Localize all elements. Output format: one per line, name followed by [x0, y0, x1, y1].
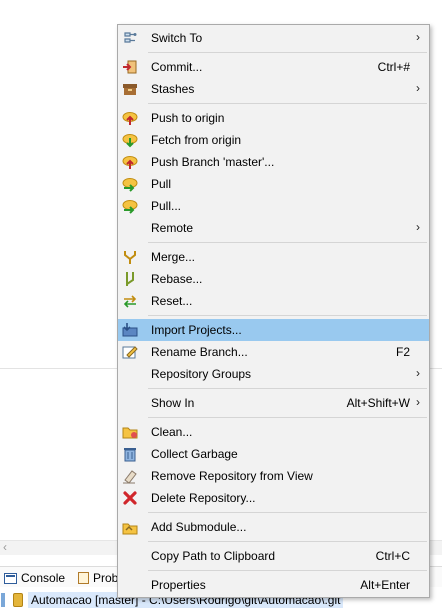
menu-item-show-in[interactable]: Show In Alt+Shift+W › [118, 392, 429, 414]
merge-icon [124, 251, 136, 264]
menu-item-stashes[interactable]: Stashes › [118, 78, 429, 100]
submenu-arrow-icon: › [416, 220, 420, 234]
tab-console[interactable]: Console [4, 569, 65, 587]
push-icon [122, 112, 138, 125]
menu-item-remove-repository[interactable]: Remove Repository from View [118, 465, 429, 487]
menu-item-label: Push to origin [151, 111, 225, 125]
add-submodule-icon [122, 523, 138, 535]
menu-item-add-submodule[interactable]: Add Submodule... [118, 516, 429, 538]
scroll-left-icon[interactable]: ‹ [3, 540, 7, 554]
menu-item-reset[interactable]: Reset... [118, 290, 429, 312]
menu-item-commit[interactable]: Commit... Ctrl+# [118, 56, 429, 78]
menu-item-label: Switch To [151, 31, 203, 45]
menu-separator [148, 315, 427, 316]
menu-item-label: Import Projects... [151, 323, 242, 337]
menu-item-properties[interactable]: Properties Alt+Enter [118, 574, 429, 596]
menu-item-label: Rename Branch... [151, 345, 248, 359]
repository-context-menu: Switch To › Commit... Ctrl+# Stashes › P… [117, 24, 430, 598]
menu-item-shortcut: Ctrl+C [375, 549, 410, 563]
menu-item-shortcut: Ctrl+# [377, 60, 410, 74]
menu-separator [148, 417, 427, 418]
submenu-arrow-icon: › [416, 30, 420, 44]
stash-icon [123, 84, 137, 95]
menu-item-label: Delete Repository... [151, 491, 256, 505]
menu-item-label: Rebase... [151, 272, 203, 286]
menu-item-label: Repository Groups [151, 367, 252, 381]
submenu-arrow-icon: › [416, 81, 420, 95]
menu-item-label: Fetch from origin [151, 133, 242, 147]
menu-item-label: Add Submodule... [151, 520, 247, 534]
menu-item-shortcut: Alt+Shift+W [346, 396, 410, 410]
tab-problems[interactable]: Prob [78, 569, 118, 587]
menu-item-label: Push Branch 'master'... [151, 155, 275, 169]
menu-item-label: Merge... [151, 250, 196, 264]
menu-item-label: Clean... [151, 425, 193, 439]
menu-item-shortcut: Alt+Enter [360, 578, 410, 592]
commit-icon [123, 60, 137, 74]
import-projects-icon [122, 323, 138, 337]
menu-separator [148, 541, 427, 542]
menu-item-switch-to[interactable]: Switch To › [118, 27, 429, 49]
submenu-arrow-icon: › [416, 366, 420, 380]
pull-icon [122, 178, 138, 192]
menu-item-repository-groups[interactable]: Repository Groups › [118, 363, 429, 385]
submenu-arrow-icon: › [416, 395, 420, 409]
tab-problems-label: Prob [93, 571, 119, 585]
fetch-icon [122, 134, 138, 148]
menu-item-label: Remove Repository from View [151, 469, 313, 483]
push-branch-icon [122, 156, 138, 169]
menu-item-label: Properties [151, 578, 206, 592]
menu-separator [148, 52, 427, 53]
menu-item-label: Pull... [151, 199, 182, 213]
reset-icon [123, 295, 137, 308]
menu-item-import-projects[interactable]: Import Projects... [118, 319, 429, 341]
menu-item-label: Show In [151, 396, 195, 410]
eraser-icon [123, 470, 137, 484]
menu-item-rename-branch[interactable]: Rename Branch... F2 [118, 341, 429, 363]
console-icon [4, 572, 17, 584]
menu-item-delete-repository[interactable]: Delete Repository... [118, 487, 429, 509]
menu-item-pull[interactable]: Pull [118, 173, 429, 195]
tab-console-label: Console [21, 571, 66, 585]
menu-item-label: Stashes [151, 82, 195, 96]
menu-item-label: Copy Path to Clipboard [151, 549, 276, 563]
trash-icon [124, 448, 136, 462]
menu-item-pull-dialog[interactable]: Pull... [118, 195, 429, 217]
menu-item-fetch-from-origin[interactable]: Fetch from origin [118, 129, 429, 151]
menu-item-merge[interactable]: Merge... [118, 246, 429, 268]
delete-icon [123, 491, 137, 505]
menu-item-label: Commit... [151, 60, 203, 74]
menu-item-shortcut: F2 [395, 345, 410, 359]
menu-item-label: Reset... [151, 294, 193, 308]
menu-separator [148, 388, 427, 389]
selection-indicator [1, 593, 5, 607]
menu-item-push-branch[interactable]: Push Branch 'master'... [118, 151, 429, 173]
menu-separator [148, 570, 427, 571]
menu-item-rebase[interactable]: Rebase... [118, 268, 429, 290]
clean-icon [122, 427, 138, 439]
menu-item-remote[interactable]: Remote › [118, 217, 429, 239]
menu-item-copy-path[interactable]: Copy Path to Clipboard Ctrl+C [118, 545, 429, 567]
problems-icon [78, 572, 89, 584]
menu-separator [148, 242, 427, 243]
rebase-icon [126, 272, 134, 286]
menu-separator [148, 103, 427, 104]
pull-dialog-icon [122, 200, 138, 214]
menu-item-collect-garbage[interactable]: Collect Garbage [118, 443, 429, 465]
menu-separator [148, 512, 427, 513]
menu-item-push-to-origin[interactable]: Push to origin [118, 107, 429, 129]
menu-item-label: Pull [151, 177, 172, 191]
switch-branch-icon [124, 32, 137, 43]
repository-icon [13, 593, 23, 607]
menu-item-label: Collect Garbage [151, 447, 238, 461]
rename-icon [122, 346, 138, 359]
menu-item-label: Remote [151, 221, 194, 235]
menu-item-clean[interactable]: Clean... [118, 421, 429, 443]
